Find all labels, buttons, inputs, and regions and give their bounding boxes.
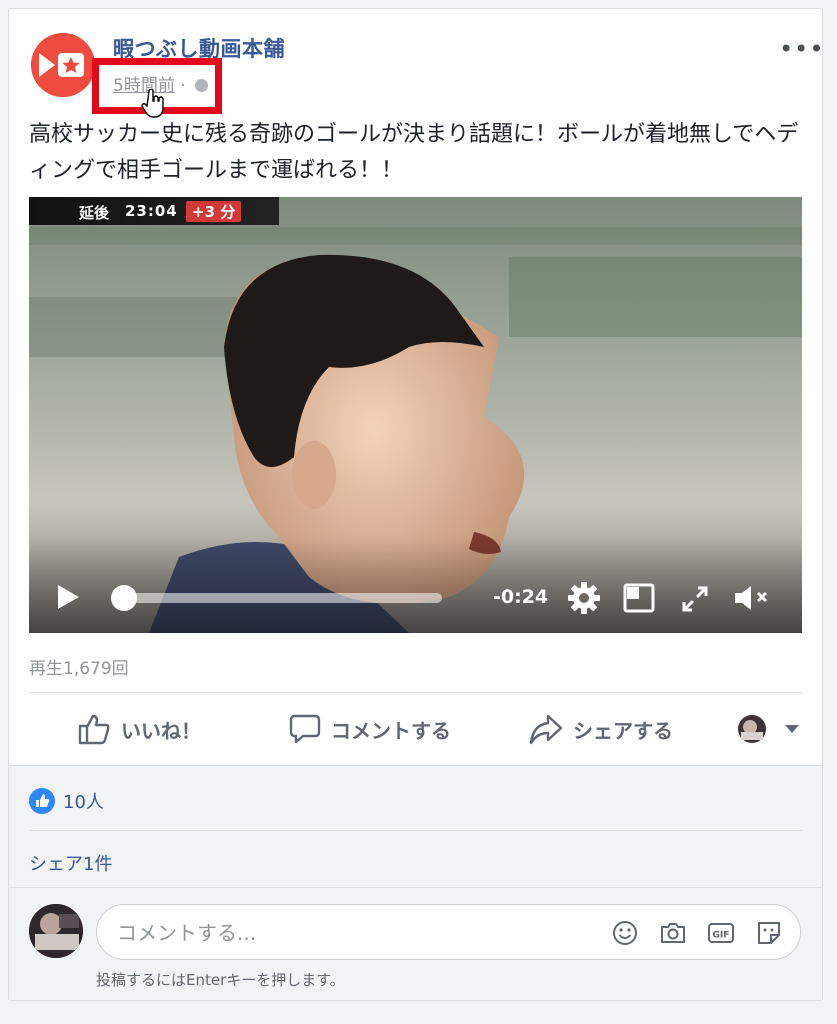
like-count: 10人 <box>63 792 104 813</box>
play-icon[interactable] <box>55 583 81 611</box>
divider <box>9 887 822 888</box>
thumbs-up-icon <box>78 714 110 745</box>
hand-cursor-icon <box>141 89 164 118</box>
divider <box>29 692 802 693</box>
scoreboard-time: 23:04 <box>125 202 178 220</box>
engagement-section: 10人 シェア1件 コメントする... GIF 投稿するにはEnterキーを押し… <box>9 765 822 1000</box>
comment-hint: 投稿するにはEnterキーを押します。 <box>96 971 345 989</box>
comment-button[interactable]: コメントする <box>289 709 451 749</box>
audience-selector[interactable] <box>737 709 811 749</box>
emoji-icon[interactable] <box>611 919 639 947</box>
settings-gear-icon[interactable] <box>567 581 601 615</box>
post-card: 暇つぶし動画本舗 5時間前 · ••• 高校サッカー史に残る奇跡のゴールが決まり… <box>8 8 823 1001</box>
camera-icon[interactable] <box>659 919 687 947</box>
sticker-icon[interactable] <box>755 919 783 947</box>
scoreboard-extra-time: +3 分 <box>186 201 242 222</box>
comment-composer: GIF <box>96 904 801 960</box>
comment-input[interactable] <box>115 915 589 951</box>
current-user-avatar <box>29 904 83 958</box>
svg-text:GIF: GIF <box>713 931 730 941</box>
share-arrow-icon <box>529 714 563 745</box>
progress-bar[interactable] <box>117 593 442 603</box>
gif-icon[interactable]: GIF <box>707 919 735 947</box>
share-count-link[interactable]: シェア1件 <box>29 850 112 876</box>
video-player[interactable]: 延後 23:04 +3 分 -0:24 <box>29 197 802 633</box>
page-logo-icon <box>31 33 95 97</box>
like-label: いいね！ <box>121 718 201 743</box>
like-button[interactable]: いいね！ <box>77 709 201 749</box>
fullscreen-icon[interactable] <box>681 585 709 613</box>
user-avatar-image <box>29 904 83 958</box>
view-count: 再生1,679回 <box>29 659 129 679</box>
pip-icon[interactable] <box>623 583 655 613</box>
share-label: シェアする <box>573 718 673 743</box>
reaction-summary[interactable]: 10人 <box>29 788 104 814</box>
dropdown-caret-icon <box>785 725 799 733</box>
scoreboard: 延後 23:04 +3 分 <box>29 197 279 225</box>
page-avatar[interactable] <box>31 33 95 97</box>
progress-knob[interactable] <box>110 585 137 611</box>
comment-label: コメントする <box>331 718 451 743</box>
remaining-time: -0:24 <box>493 586 549 608</box>
like-badge-icon <box>29 788 55 814</box>
user-avatar-small <box>738 715 766 743</box>
post-text: 高校サッカー史に残る奇跡のゴールが決まり話題に！ボールが着地無しでヘディングで相… <box>29 122 799 183</box>
divider <box>29 830 802 831</box>
comment-bubble-icon <box>289 714 321 744</box>
scoreboard-label: 延後 <box>79 204 110 222</box>
mute-icon[interactable] <box>733 583 771 613</box>
share-button[interactable]: シェアする <box>529 709 673 749</box>
video-controls: -0:24 <box>29 553 802 633</box>
more-options-button[interactable]: ••• <box>779 35 822 63</box>
